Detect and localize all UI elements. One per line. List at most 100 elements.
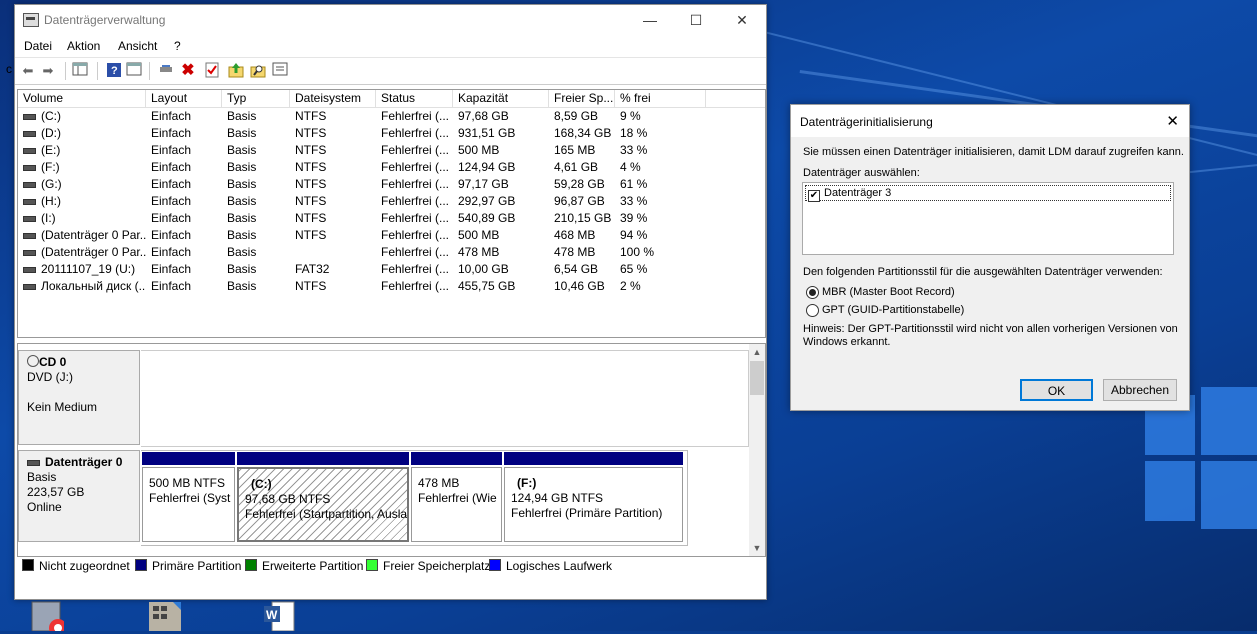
toolbar-separator [97, 62, 98, 80]
folder-up-icon[interactable] [227, 62, 245, 80]
cell-type: Basis [227, 228, 257, 242]
col-header-volume[interactable]: Volume [18, 90, 146, 107]
cell-percent-free: 9 % [620, 109, 641, 123]
toolbar: ⬅ ➡ ? ✖ [15, 58, 766, 85]
help-icon[interactable]: ? [105, 62, 123, 80]
table-row[interactable]: (Datenträger 0 Par... Einfach Basis NTFS Feh… [18, 227, 765, 244]
console-tree-icon[interactable] [71, 62, 89, 80]
search-folder-icon[interactable] [249, 62, 267, 80]
cell-status: Fehlerfrei (... [381, 228, 450, 242]
col-header-free-space[interactable]: Freier Sp... [549, 90, 615, 107]
check-icon[interactable] [203, 62, 221, 80]
maximize-button[interactable]: ☐ [673, 5, 719, 35]
disk-list-item[interactable]: ✔ Datenträger 3 [805, 185, 1171, 202]
toolbar-separator [149, 62, 150, 80]
table-row[interactable]: (Datenträger 0 Par... Einfach Basis Fehlerf… [18, 244, 765, 261]
disk-icon [23, 113, 36, 120]
cell-status: Fehlerfrei (... [381, 126, 450, 140]
menu-ansicht[interactable]: Ansicht [118, 39, 157, 53]
scroll-up-icon[interactable]: ▲ [749, 344, 765, 360]
table-row[interactable]: (H:) Einfach Basis NTFS Fehlerfrei (... 292,9… [18, 193, 765, 210]
menu-datei[interactable]: Datei [24, 39, 52, 53]
disk-checkbox[interactable]: ✔ [808, 190, 820, 202]
disk-icon [27, 459, 40, 466]
col-header-status[interactable]: Status [376, 90, 453, 107]
cell-status: Fehlerfrei (... [381, 143, 450, 157]
menu-aktion[interactable]: Aktion [67, 39, 100, 53]
cell-status: Fehlerfrei (... [381, 245, 450, 259]
table-row[interactable]: Локальный диск (... Einfach Basis NTFS Fehle… [18, 278, 765, 295]
table-row[interactable]: (D:) Einfach Basis NTFS Fehlerfrei (... 931,5… [18, 125, 765, 142]
cell-type: Basis [227, 211, 257, 225]
menu-help[interactable]: ? [174, 39, 181, 53]
close-button[interactable]: ✕ [719, 5, 765, 35]
scroll-down-icon[interactable]: ▼ [749, 540, 765, 556]
disk-initialization-dialog: Datenträgerinitialisierung ✕ Sie müssen … [790, 104, 1190, 411]
table-row[interactable]: (E:) Einfach Basis NTFS Fehlerfrei (... 500 M… [18, 142, 765, 159]
table-row[interactable]: (C:) Einfach Basis NTFS Fehlerfrei (... 97,68… [18, 108, 765, 125]
word-document-icon[interactable]: W [262, 600, 298, 632]
cell-free-space: 210,15 GB [554, 211, 612, 225]
dialog-close-icon[interactable]: ✕ [1166, 112, 1179, 130]
table-row[interactable]: (G:) Einfach Basis NTFS Fehlerfrei (... 97,17… [18, 176, 765, 193]
cancel-button[interactable]: Abbrechen [1103, 379, 1177, 401]
disk0-size: 223,57 GB [27, 485, 85, 499]
cell-percent-free: 18 % [620, 126, 648, 140]
cell-filesystem: NTFS [295, 228, 327, 242]
cell-filesystem: NTFS [295, 160, 327, 174]
disk0-label[interactable]: Datenträger 0 Basis 223,57 GB Online [18, 450, 140, 542]
cell-filesystem: NTFS [295, 194, 327, 208]
cell-volume: (G:) [18, 176, 146, 193]
cell-free-space: 96,87 GB [554, 194, 605, 208]
cell-free-space: 168,34 GB [554, 126, 612, 140]
col-header-type[interactable]: Typ [222, 90, 290, 107]
scrollbar-thumb[interactable] [750, 361, 764, 395]
cell-type: Basis [227, 160, 257, 174]
disk0-name: Datenträger 0 [45, 455, 123, 469]
col-header-capacity[interactable]: Kapazität [453, 90, 549, 107]
window-title: Datenträgerverwaltung [44, 13, 166, 27]
cd0-label[interactable]: CD 0 DVD (J:) Kein Medium [18, 350, 140, 445]
cell-type: Basis [227, 177, 257, 191]
col-header-filesystem[interactable]: Dateisystem [290, 90, 376, 107]
back-arrow-icon[interactable]: ⬅ [19, 62, 37, 80]
properties-view-icon[interactable] [125, 62, 143, 80]
cell-layout: Einfach [151, 194, 192, 208]
table-row[interactable]: (F:) Einfach Basis NTFS Fehlerfrei (... 124,9… [18, 159, 765, 176]
gpt-radio[interactable] [806, 304, 819, 317]
cell-status: Fehlerfrei (... [381, 160, 450, 174]
gpt-label[interactable]: GPT (GUID-Partitionstabelle) [822, 304, 964, 317]
disk-icon [23, 215, 36, 222]
cell-type: Basis [227, 262, 257, 276]
table-row[interactable]: (I:) Einfach Basis NTFS Fehlerfrei (... 540,8… [18, 210, 765, 227]
hint-text-line1: Hinweis: Der GPT-Partitionsstil wird nic… [803, 323, 1178, 335]
mbr-radio[interactable] [806, 286, 819, 299]
cell-percent-free: 100 % [620, 245, 655, 259]
vertical-scrollbar[interactable]: ▲ ▼ [749, 344, 765, 556]
disk-icon [23, 266, 36, 273]
volume-list-header: Volume Layout Typ Dateisystem Status Kap… [18, 90, 765, 108]
settings-app-icon[interactable] [147, 600, 183, 631]
recycle-bin-icon[interactable] [28, 600, 67, 634]
ok-button[interactable]: OK [1020, 379, 1093, 401]
cell-percent-free: 33 % [620, 194, 648, 208]
cell-status: Fehlerfrei (... [381, 109, 450, 123]
title-bar[interactable]: Datenträgerverwaltung — ☐ ✕ [15, 5, 766, 35]
dialog-title-bar[interactable]: Datenträgerinitialisierung ✕ [791, 105, 1189, 137]
delete-icon[interactable]: ✖ [179, 62, 197, 80]
mbr-label[interactable]: MBR (Master Boot Record) [822, 286, 955, 299]
cell-capacity: 478 MB [458, 245, 500, 259]
col-header-layout[interactable]: Layout [146, 90, 222, 107]
table-row[interactable]: 20111107_19 (U:) Einfach Basis FAT32 Fehlerf… [18, 261, 765, 278]
cell-volume: (F:) [18, 159, 146, 176]
connect-icon[interactable] [157, 62, 175, 80]
forward-arrow-icon[interactable]: ➡ [39, 62, 57, 80]
cell-capacity: 500 MB [458, 143, 500, 157]
settings-list-icon[interactable] [271, 62, 289, 80]
col-header-percent-free[interactable]: % frei [615, 90, 706, 107]
minimize-button[interactable]: — [627, 5, 673, 35]
cell-layout: Einfach [151, 160, 192, 174]
legend-item-primary: Primäre Partition [135, 559, 241, 573]
cell-filesystem: NTFS [295, 177, 327, 191]
cell-free-space: 165 MB [554, 143, 596, 157]
